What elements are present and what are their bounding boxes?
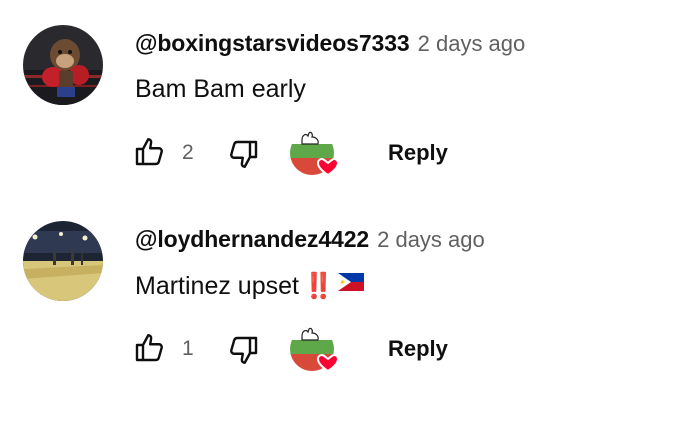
comment-text-content: Bam Bam early <box>135 75 306 103</box>
comment-author[interactable]: @loydhernandez4422 <box>135 226 369 252</box>
comment-actions: 2 Reply <box>0 131 680 194</box>
creator-heart-icon <box>290 327 340 373</box>
creator-heart-badge[interactable] <box>288 128 340 178</box>
thumbs-down-icon[interactable] <box>226 332 262 368</box>
reply-button[interactable]: Reply <box>388 142 448 164</box>
thumbs-up-icon[interactable] <box>131 330 167 366</box>
thumbs-up-icon[interactable] <box>131 134 167 170</box>
comment-header: @loydhernandez4422 2 days ago <box>135 228 485 251</box>
avatar[interactable] <box>23 25 103 105</box>
like-count: 1 <box>182 337 194 360</box>
philippines-flag-icon <box>338 273 365 291</box>
avatar[interactable] <box>23 221 103 301</box>
boxing-monkey-avatar-icon <box>23 25 103 105</box>
thumbs-down-icon[interactable] <box>226 136 262 172</box>
arena-avatar-icon <box>23 221 103 301</box>
reply-button[interactable]: Reply <box>388 338 448 360</box>
comment-actions: 1 Reply <box>0 327 680 390</box>
comment-author[interactable]: @boxingstarsvideos7333 <box>135 30 410 56</box>
comment-text-content: Martinez upset <box>135 272 299 300</box>
creator-heart-badge[interactable] <box>288 324 340 374</box>
comment-timestamp[interactable]: 2 days ago <box>418 31 526 56</box>
creator-heart-icon <box>290 131 340 177</box>
comment-timestamp[interactable]: 2 days ago <box>377 227 485 252</box>
comment-header: @boxingstarsvideos7333 2 days ago <box>135 32 525 55</box>
double-exclamation-emoji: ‼️ <box>302 272 334 300</box>
like-count: 2 <box>182 141 194 164</box>
comment-text: Martinez upset ‼️ <box>135 272 365 300</box>
comment-text: Bam Bam early <box>135 77 306 102</box>
